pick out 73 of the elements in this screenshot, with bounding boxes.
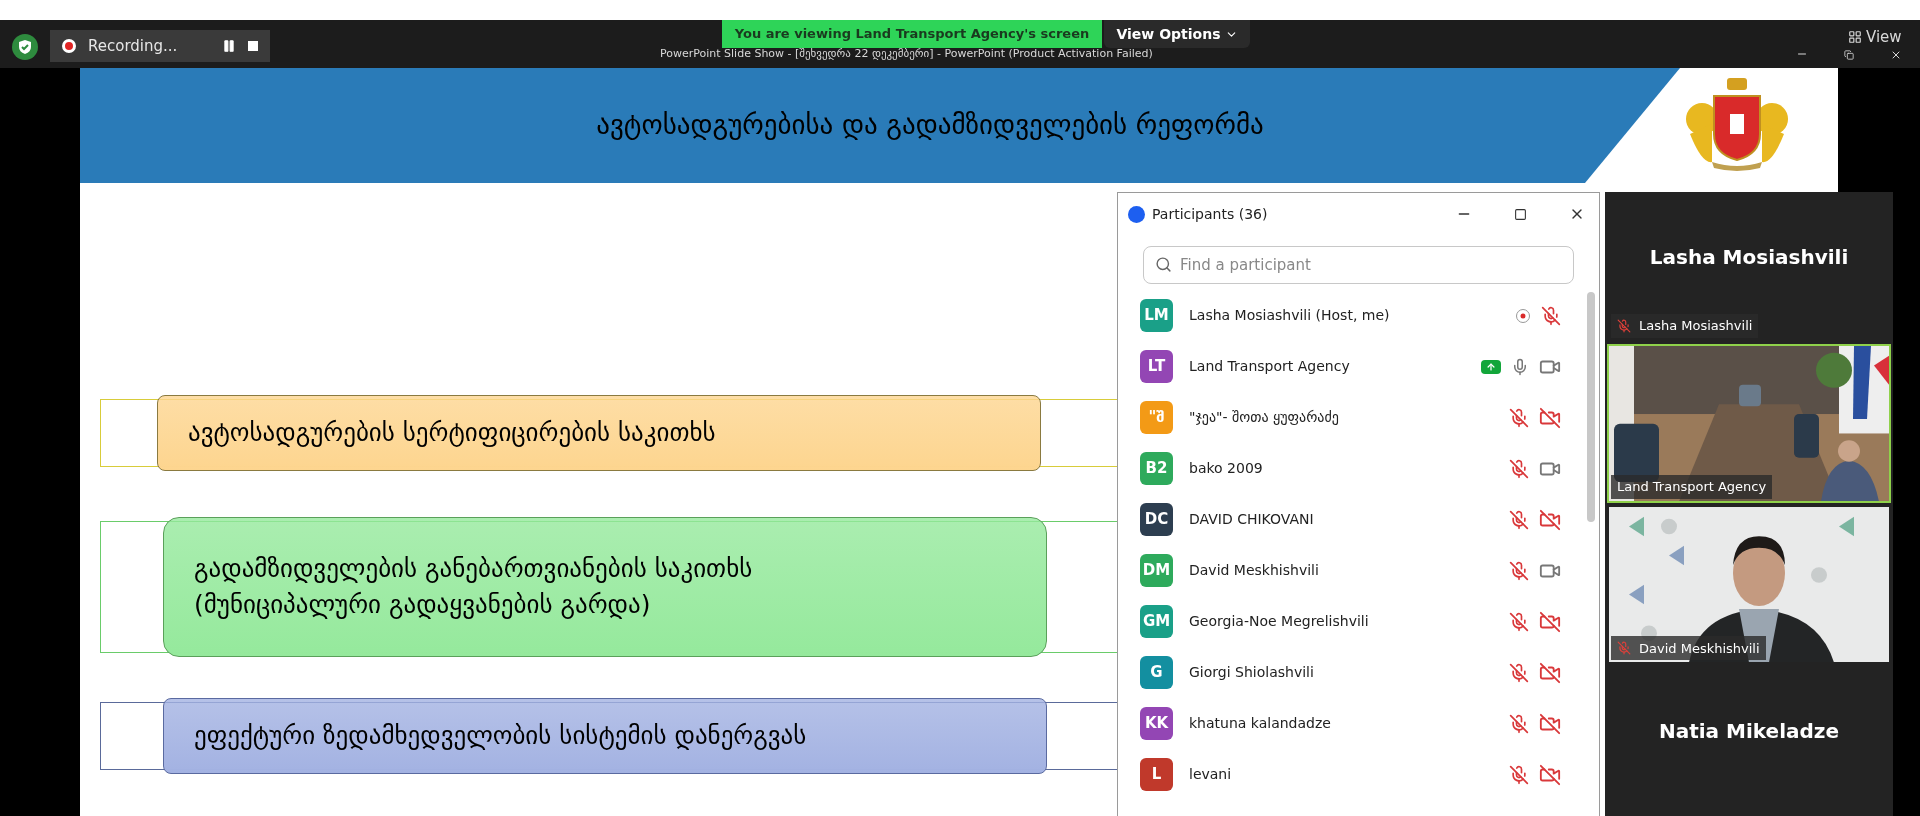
participant-row[interactable]: G Giorgi Shiolashvili [1118,647,1587,698]
topic-text: ავტოსადგურების სერტიფიცირების საკითხს [188,417,716,449]
view-options-button[interactable]: View Options [1104,20,1250,48]
video-off-icon[interactable] [1539,508,1561,531]
participant-row[interactable]: L levani [1118,749,1587,800]
video-off-icon[interactable] [1539,712,1561,735]
participant-name: Lasha Mosiashvili [1649,243,1849,271]
tile-caption: David Meskhishvili [1639,639,1760,658]
participant-name[interactable]: Lasha Mosiashvili (Host, me) [1189,305,1390,326]
muted-mic-icon[interactable] [1509,764,1529,785]
muted-mic-icon[interactable] [1509,407,1529,428]
participant-row[interactable]: GM Georgia-Noe Megrelishvili [1118,596,1587,647]
avatar: G [1140,656,1173,689]
close-icon[interactable] [1890,49,1902,61]
avatar: KK [1140,707,1173,740]
topic-text: ეფექტური ზედამხედველობის სისტემის დანერგვას [194,720,807,752]
muted-mic-icon[interactable] [1509,560,1529,581]
muted-mic-icon[interactable] [1509,509,1529,530]
avatar: L [1140,758,1173,791]
search-field[interactable]: Find a participant [1143,246,1574,284]
window-title: PowerPoint Slide Show - [შეხვედრა 22 დეკემბერი] - PowerPoint (Product Activation Failed) [660,46,1153,62]
search-icon [1155,256,1172,273]
maximize-icon[interactable] [1514,207,1527,221]
participant-row[interactable]: DC DAVID CHIKOVANI [1118,494,1587,545]
scrollbar[interactable] [1587,292,1595,522]
video-tile[interactable]: David Meskhishvili [1607,505,1891,665]
avatar: LT [1140,350,1173,383]
participant-name[interactable]: bako 2009 [1189,458,1263,479]
muted-mic-icon[interactable] [1509,611,1529,632]
video-off-icon[interactable] [1539,610,1561,633]
zoom-logo-icon [1128,205,1145,223]
avatar: B2 [1140,452,1173,485]
participant-name[interactable]: David Meskhishvili [1189,560,1319,581]
muted-mic-icon[interactable] [1509,713,1529,734]
participant-name[interactable]: khatuna kalandadze [1189,713,1331,734]
video-off-icon[interactable] [1539,763,1561,786]
participant-name[interactable]: DAVID CHIKOVANI [1189,509,1314,530]
participant-name[interactable]: Georgia-Noe Megrelishvili [1189,611,1369,632]
recording-label: Recording... [88,35,178,57]
video-tile[interactable]: Land Transport Agency [1607,343,1891,503]
pause-icon[interactable] [222,39,236,53]
video-off-icon[interactable] [1539,406,1561,429]
participant-name[interactable]: levani [1189,764,1232,785]
view-button[interactable]: View [1848,26,1902,49]
video-off-icon[interactable] [1539,661,1561,684]
participant-name[interactable]: Land Transport Agency [1189,356,1350,377]
muted-mic-icon[interactable] [1509,458,1529,479]
avatar: "შ [1140,401,1173,434]
grid-icon [1848,30,1862,45]
muted-mic-icon[interactable] [1541,305,1561,326]
shield-icon[interactable] [12,34,38,60]
topic-text: გადამზიდველების განებართვიანების საკითხს (მუნიციპალური გადაყვანების გარდა) [194,553,753,621]
participant-row[interactable]: B2 bako 2009 [1118,443,1587,494]
muted-mic-icon[interactable] [1509,662,1529,683]
avatar: DC [1140,503,1173,536]
avatar: DM [1140,554,1173,587]
participant-row[interactable]: LM Lasha Mosiashvili (Host, me) [1118,290,1587,341]
participant-name: Natia Mikeladze [1658,718,1840,746]
tile-caption: Lasha Mosiashvili [1639,316,1753,335]
participant-row[interactable]: "შ "ჯეა"- შოთა ყუფარაძე [1118,392,1587,443]
mic-icon[interactable] [1511,357,1529,376]
tile-caption: Land Transport Agency [1617,478,1767,497]
participant-row[interactable]: KK khatuna kalandadze [1118,698,1587,749]
participant-name[interactable]: Giorgi Shiolashvili [1189,662,1314,683]
avatar: GM [1140,605,1173,638]
slide-title: ავტოსადგურებისა და გადამზიდველების რეფორმა [596,108,1264,143]
window-title: Participants (36) [1152,204,1268,224]
avatar: LM [1140,299,1173,332]
restore-icon[interactable] [1844,50,1854,60]
participant-name[interactable]: "ჯეა"- შოთა ყუფარაძე [1189,407,1339,428]
participant-row[interactable]: DM David Meskhishvili [1118,545,1587,596]
banner-text: You are viewing Land Transport Agency's screen [734,25,1090,44]
participant-row[interactable]: LT Land Transport Agency [1118,341,1587,392]
